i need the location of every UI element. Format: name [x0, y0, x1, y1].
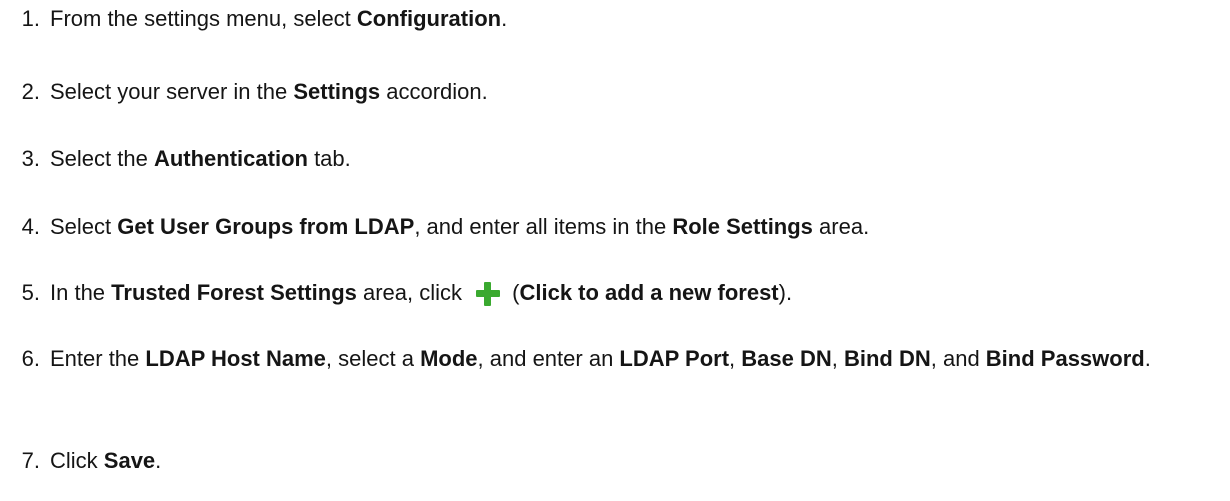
step-number: 6.	[21, 346, 40, 371]
step-1: 1. From the settings menu, select Config…	[0, 2, 1210, 36]
plus-icon	[476, 282, 501, 306]
ui-term-configuration: Configuration	[356, 6, 502, 31]
ui-term-add-forest: Click to add a new forest	[519, 280, 779, 305]
step-text: From the settings menu, select Configura…	[50, 6, 508, 31]
step-text: Enter the LDAP Host Name, select a Mode,…	[50, 346, 1151, 371]
step-text: In the Trusted Forest Settings area, cli…	[50, 280, 793, 306]
ui-term-bind-password: Bind Password	[985, 346, 1145, 371]
ui-term-mode: Mode	[420, 346, 478, 371]
step-number: 7.	[21, 448, 40, 473]
ui-term-bind-dn: Bind DN	[843, 346, 931, 371]
ui-term-role-settings: Role Settings	[672, 214, 813, 239]
step-5: 5. In the Trusted Forest Settings area, …	[0, 276, 1210, 310]
ui-term-ldap-port: LDAP Port	[619, 346, 730, 371]
step-text: Select your server in the Settings accor…	[50, 79, 488, 104]
instruction-steps: 1. From the settings menu, select Config…	[0, 0, 1230, 501]
step-number: 4.	[21, 214, 40, 239]
step-text: Select Get User Groups from LDAP, and en…	[50, 214, 870, 239]
ui-term-get-user-groups: Get User Groups from LDAP	[117, 214, 415, 239]
ui-term-authentication: Authentication	[153, 146, 308, 171]
step-text: Select the Authentication tab.	[50, 146, 351, 171]
step-4: 4. Select Get User Groups from LDAP, and…	[0, 210, 1210, 244]
ui-term-ldap-host-name: LDAP Host Name	[145, 346, 326, 371]
step-text: Click Save.	[50, 448, 162, 473]
step-6: 6. Enter the LDAP Host Name, select a Mo…	[0, 342, 1210, 376]
step-number: 3.	[21, 146, 40, 171]
step-2: 2. Select your server in the Settings ac…	[0, 75, 1210, 109]
step-number: 5.	[21, 280, 40, 305]
step-7: 7. Click Save.	[0, 444, 1210, 478]
ui-term-trusted-forest-settings: Trusted Forest Settings	[111, 280, 357, 305]
ui-term-save: Save	[103, 448, 156, 473]
step-number: 2.	[21, 79, 40, 104]
ui-term-base-dn: Base DN	[741, 346, 832, 371]
ui-term-settings: Settings	[293, 79, 381, 104]
step-number: 1.	[21, 6, 40, 31]
step-3: 3. Select the Authentication tab.	[0, 142, 1210, 176]
